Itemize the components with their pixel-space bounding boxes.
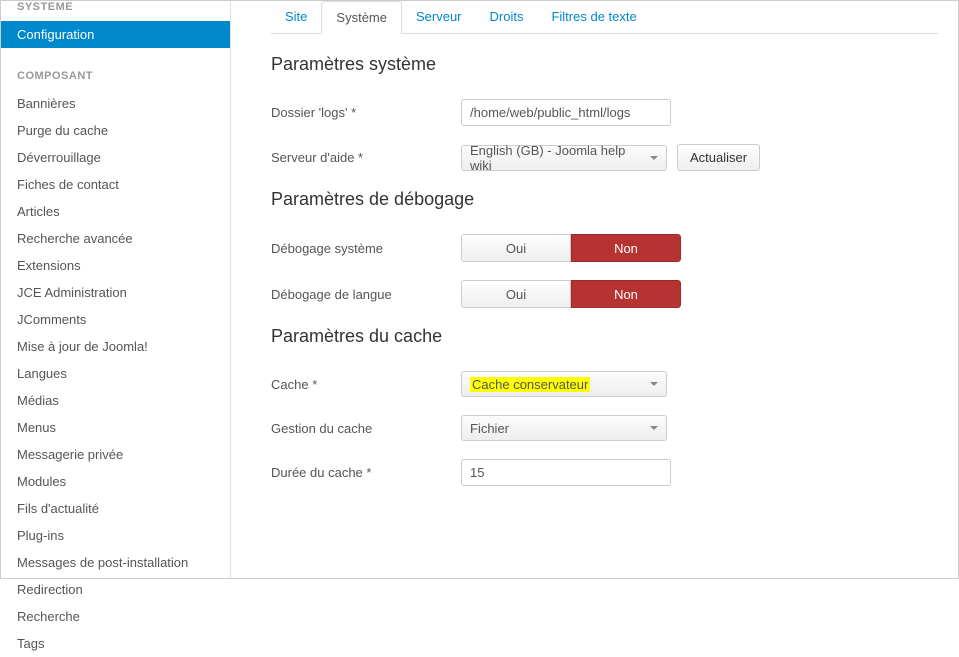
- toggle-debug-language: Oui Non: [461, 280, 681, 308]
- sidebar-item[interactable]: Déverrouillage: [1, 144, 230, 171]
- toggle-yes[interactable]: Oui: [461, 280, 571, 308]
- tab-system[interactable]: Système: [321, 1, 402, 34]
- sidebar-item[interactable]: Messagerie privée: [1, 441, 230, 468]
- sidebar-item[interactable]: Langues: [1, 360, 230, 387]
- sidebar-item[interactable]: Recherche avancée: [1, 225, 230, 252]
- tab-bar: Site Système Serveur Droits Filtres de t…: [271, 1, 938, 34]
- sidebar-item[interactable]: Bannières: [1, 90, 230, 117]
- chevron-down-icon: [650, 382, 658, 386]
- sidebar: SYSTEME Configuration COMPOSANT Bannière…: [1, 1, 231, 578]
- chevron-down-icon: [650, 426, 658, 430]
- sidebar-item[interactable]: Messages de post-installation: [1, 549, 230, 576]
- select-cache[interactable]: Cache conservateur: [461, 371, 667, 397]
- sidebar-item[interactable]: Fiches de contact: [1, 171, 230, 198]
- sidebar-heading-system: SYSTEME: [1, 1, 230, 21]
- chevron-down-icon: [650, 156, 658, 160]
- select-help-server[interactable]: English (GB) - Joomla help wiki: [461, 145, 667, 171]
- section-title-system: Paramètres système: [271, 54, 938, 75]
- sidebar-heading-component: COMPOSANT: [1, 66, 230, 90]
- tab-server[interactable]: Serveur: [402, 1, 476, 33]
- sidebar-item[interactable]: Menus: [1, 414, 230, 441]
- label-logs: Dossier 'logs' *: [271, 105, 461, 120]
- select-cache-value: Cache conservateur: [470, 377, 590, 392]
- label-cache-handler: Gestion du cache: [271, 421, 461, 436]
- main-content: Site Système Serveur Droits Filtres de t…: [231, 1, 958, 578]
- sidebar-item[interactable]: Tags: [1, 630, 230, 657]
- sidebar-item[interactable]: Plug-ins: [1, 522, 230, 549]
- label-help-server: Serveur d'aide *: [271, 150, 461, 165]
- sidebar-item[interactable]: Articles: [1, 198, 230, 225]
- sidebar-item[interactable]: Mise à jour de Joomla!: [1, 333, 230, 360]
- label-debug-language: Débogage de langue: [271, 287, 461, 302]
- tab-rights[interactable]: Droits: [476, 1, 538, 33]
- toggle-no[interactable]: Non: [571, 234, 681, 262]
- select-help-value: English (GB) - Joomla help wiki: [470, 143, 642, 173]
- sidebar-item[interactable]: Recherche: [1, 603, 230, 630]
- tab-filters[interactable]: Filtres de texte: [537, 1, 650, 33]
- section-title-debug: Paramètres de débogage: [271, 189, 938, 210]
- refresh-button[interactable]: Actualiser: [677, 144, 760, 171]
- input-logs[interactable]: [461, 99, 671, 126]
- section-title-cache: Paramètres du cache: [271, 326, 938, 347]
- sidebar-item[interactable]: JComments: [1, 306, 230, 333]
- label-cache: Cache *: [271, 377, 461, 392]
- label-debug-system: Débogage système: [271, 241, 461, 256]
- sidebar-item[interactable]: Extensions: [1, 252, 230, 279]
- select-cache-handler-value: Fichier: [470, 421, 509, 436]
- sidebar-item[interactable]: Purge du cache: [1, 117, 230, 144]
- toggle-debug-system: Oui Non: [461, 234, 681, 262]
- select-cache-handler[interactable]: Fichier: [461, 415, 667, 441]
- toggle-no[interactable]: Non: [571, 280, 681, 308]
- sidebar-item-configuration[interactable]: Configuration: [1, 21, 230, 48]
- sidebar-item[interactable]: Redirection: [1, 576, 230, 603]
- sidebar-item[interactable]: Médias: [1, 387, 230, 414]
- sidebar-item[interactable]: JCE Administration: [1, 279, 230, 306]
- tab-site[interactable]: Site: [271, 1, 321, 33]
- sidebar-item[interactable]: Fils d'actualité: [1, 495, 230, 522]
- sidebar-item[interactable]: Modules: [1, 468, 230, 495]
- label-cache-time: Durée du cache *: [271, 465, 461, 480]
- input-cache-time[interactable]: [461, 459, 671, 486]
- toggle-yes[interactable]: Oui: [461, 234, 571, 262]
